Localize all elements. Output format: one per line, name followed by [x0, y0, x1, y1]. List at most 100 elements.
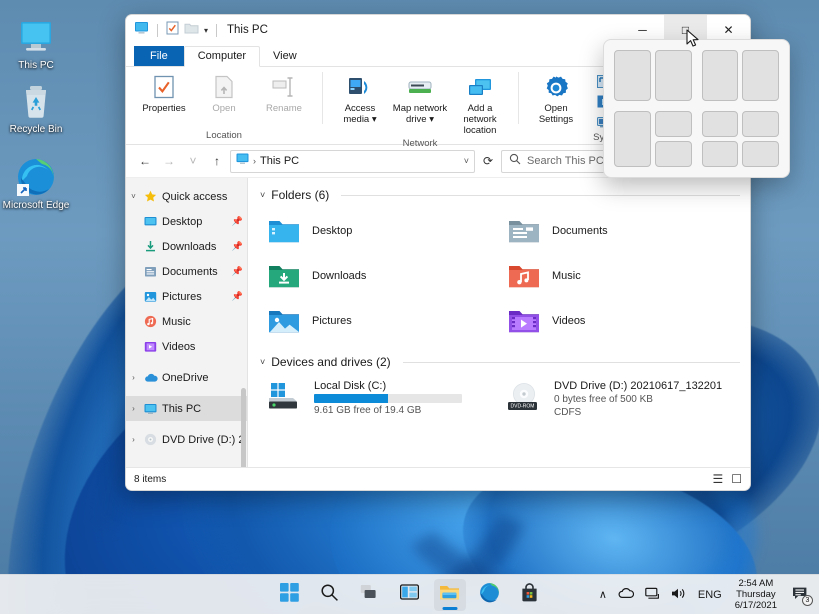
language-indicator[interactable]: ENG [696, 586, 724, 604]
sidebar-scrollbar[interactable] [241, 388, 246, 467]
snap-pane[interactable] [742, 110, 779, 137]
file-explorer-button[interactable] [433, 578, 466, 611]
desktop-icon-label: This PC [18, 60, 54, 71]
large-icons-view-icon[interactable]: ☐ [731, 472, 742, 486]
snap-pane[interactable] [742, 140, 779, 167]
sidebar-item-dvd-drive[interactable]: › DVD Drive (D:) 20 [126, 427, 247, 452]
up-button[interactable]: ↑ [206, 150, 228, 172]
notifications-button[interactable]: 3 [788, 586, 813, 606]
breadcrumb[interactable]: This PC [260, 155, 299, 167]
address-bar[interactable]: › This PC ˅ [230, 149, 475, 173]
ribbon-label: Open [212, 103, 236, 114]
details-view-icon[interactable]: ☰ [712, 472, 723, 486]
desktop-icon-microsoft-edge[interactable]: Microsoft Edge [0, 154, 72, 212]
refresh-button[interactable]: ⟳ [477, 150, 499, 172]
snap-option-left-large-two-right[interactable] [614, 110, 692, 167]
onedrive-tray-button[interactable] [616, 584, 636, 605]
sidebar-item-videos[interactable]: Videos [126, 334, 247, 359]
volume-tray-button[interactable] [669, 584, 689, 606]
folder-item-documents[interactable]: Documents [500, 208, 740, 253]
folder-name: Pictures [312, 314, 352, 327]
drive-item-dvd-drive[interactable]: DVD-ROM DVD Drive (D:) 20210617_132201 0… [500, 375, 740, 422]
sidebar-item-documents[interactable]: Documents 📌 [126, 259, 247, 284]
pin-icon[interactable]: 📌 [232, 216, 243, 227]
sidebar-item-quick-access[interactable]: ˅ Quick access [126, 184, 247, 209]
access-media-button[interactable]: Access media ▾ [330, 71, 390, 127]
chevron-down-icon[interactable]: ˅ [260, 190, 265, 200]
this-pc-icon[interactable] [134, 21, 149, 40]
expander-icon[interactable]: › [126, 404, 141, 413]
chevron-down-icon[interactable]: ˅ [464, 156, 469, 166]
snap-pane[interactable] [701, 50, 739, 101]
tab-computer[interactable]: Computer [183, 46, 261, 67]
edge-button[interactable] [474, 579, 506, 611]
tab-view[interactable]: View [260, 47, 310, 66]
snap-pane[interactable] [614, 110, 651, 167]
expander-icon[interactable]: ˅ [126, 192, 141, 201]
snap-pane[interactable] [654, 140, 692, 167]
snap-pane[interactable] [654, 50, 692, 101]
open-settings-button[interactable]: Open Settings [526, 71, 586, 127]
folders-grid: Desktop Documents Downloads Music Pictur… [260, 208, 740, 343]
clock[interactable]: 2:54 AM Thursday 6/17/2021 [731, 578, 781, 611]
pin-icon[interactable]: 📌 [232, 291, 243, 302]
section-header-devices[interactable]: ˅ Devices and drives (2) [260, 355, 740, 369]
properties-button[interactable]: Properties [134, 71, 194, 116]
back-button[interactable]: ← [134, 150, 156, 172]
drive-capacity: 0 bytes free of 500 KB [554, 394, 653, 405]
snap-pane[interactable] [701, 110, 739, 137]
folder-item-videos[interactable]: Videos [500, 298, 740, 343]
recent-locations-button[interactable]: ˅ [182, 150, 204, 172]
sidebar-item-pictures[interactable]: Pictures 📌 [126, 284, 247, 309]
expander-icon[interactable]: › [126, 373, 141, 382]
start-button[interactable] [274, 579, 306, 611]
tab-file[interactable]: File [134, 46, 184, 66]
map-network-drive-button[interactable]: Map network drive ▾ [390, 71, 450, 127]
sidebar-item-downloads[interactable]: Downloads 📌 [126, 234, 247, 259]
forward-button[interactable]: → [158, 150, 180, 172]
properties-icon[interactable] [166, 21, 179, 40]
desktop-icon-recycle-bin[interactable]: Recycle Bin [0, 78, 72, 136]
add-network-location-button[interactable]: Add a network location [450, 71, 510, 138]
desktop-icon-this-pc[interactable]: This PC [0, 14, 72, 72]
snap-pane[interactable] [614, 50, 651, 101]
folder-downloads-icon [266, 258, 302, 294]
network-tray-button[interactable] [643, 584, 662, 606]
drive-item-local-disk[interactable]: Local Disk (C:) 9.61 GB free of 19.4 GB [260, 375, 500, 422]
folder-item-music[interactable]: Music [500, 253, 740, 298]
sidebar-item-music[interactable]: Music [126, 309, 247, 334]
snap-pane[interactable] [742, 50, 779, 101]
desktop-icon [141, 216, 160, 228]
pin-icon[interactable]: 📌 [232, 241, 243, 252]
tray-expand-button[interactable]: ∧ [597, 585, 609, 604]
new-folder-icon[interactable] [184, 21, 199, 39]
snap-pane[interactable] [701, 140, 739, 167]
map-network-drive-icon [406, 73, 434, 103]
snap-pane[interactable] [654, 110, 692, 137]
pin-icon[interactable]: 📌 [232, 266, 243, 277]
snap-option-two-equal[interactable] [614, 50, 692, 101]
expander-icon[interactable]: › [126, 435, 141, 444]
customize-dropdown-icon[interactable]: ▾ [204, 26, 208, 35]
section-header-folders[interactable]: ˅ Folders (6) [260, 188, 740, 202]
widgets-button[interactable] [394, 579, 426, 611]
folder-item-pictures[interactable]: Pictures [260, 298, 500, 343]
ribbon-label: Properties [142, 103, 186, 114]
section-divider [341, 194, 740, 196]
search-button[interactable] [314, 579, 346, 611]
sidebar-item-label: Quick access [162, 190, 228, 203]
sidebar-item-this-pc[interactable]: › This PC [126, 396, 247, 421]
drive-capacity: 9.61 GB free of 19.4 GB [314, 405, 422, 416]
sidebar-item-label: Documents [162, 265, 218, 278]
snap-option-four-quadrants[interactable] [701, 110, 779, 167]
snap-option-two-equal-alt[interactable] [701, 50, 779, 101]
microsoft-store-button[interactable] [514, 579, 546, 611]
sidebar-item-desktop[interactable]: Desktop 📌 [126, 209, 247, 234]
pictures-icon [141, 291, 160, 303]
ribbon-label: Rename [266, 103, 302, 114]
task-view-button[interactable] [354, 579, 386, 611]
chevron-down-icon[interactable]: ˅ [260, 357, 265, 367]
sidebar-item-onedrive[interactable]: › OneDrive [126, 365, 247, 390]
folder-item-desktop[interactable]: Desktop [260, 208, 500, 253]
folder-item-downloads[interactable]: Downloads [260, 253, 500, 298]
